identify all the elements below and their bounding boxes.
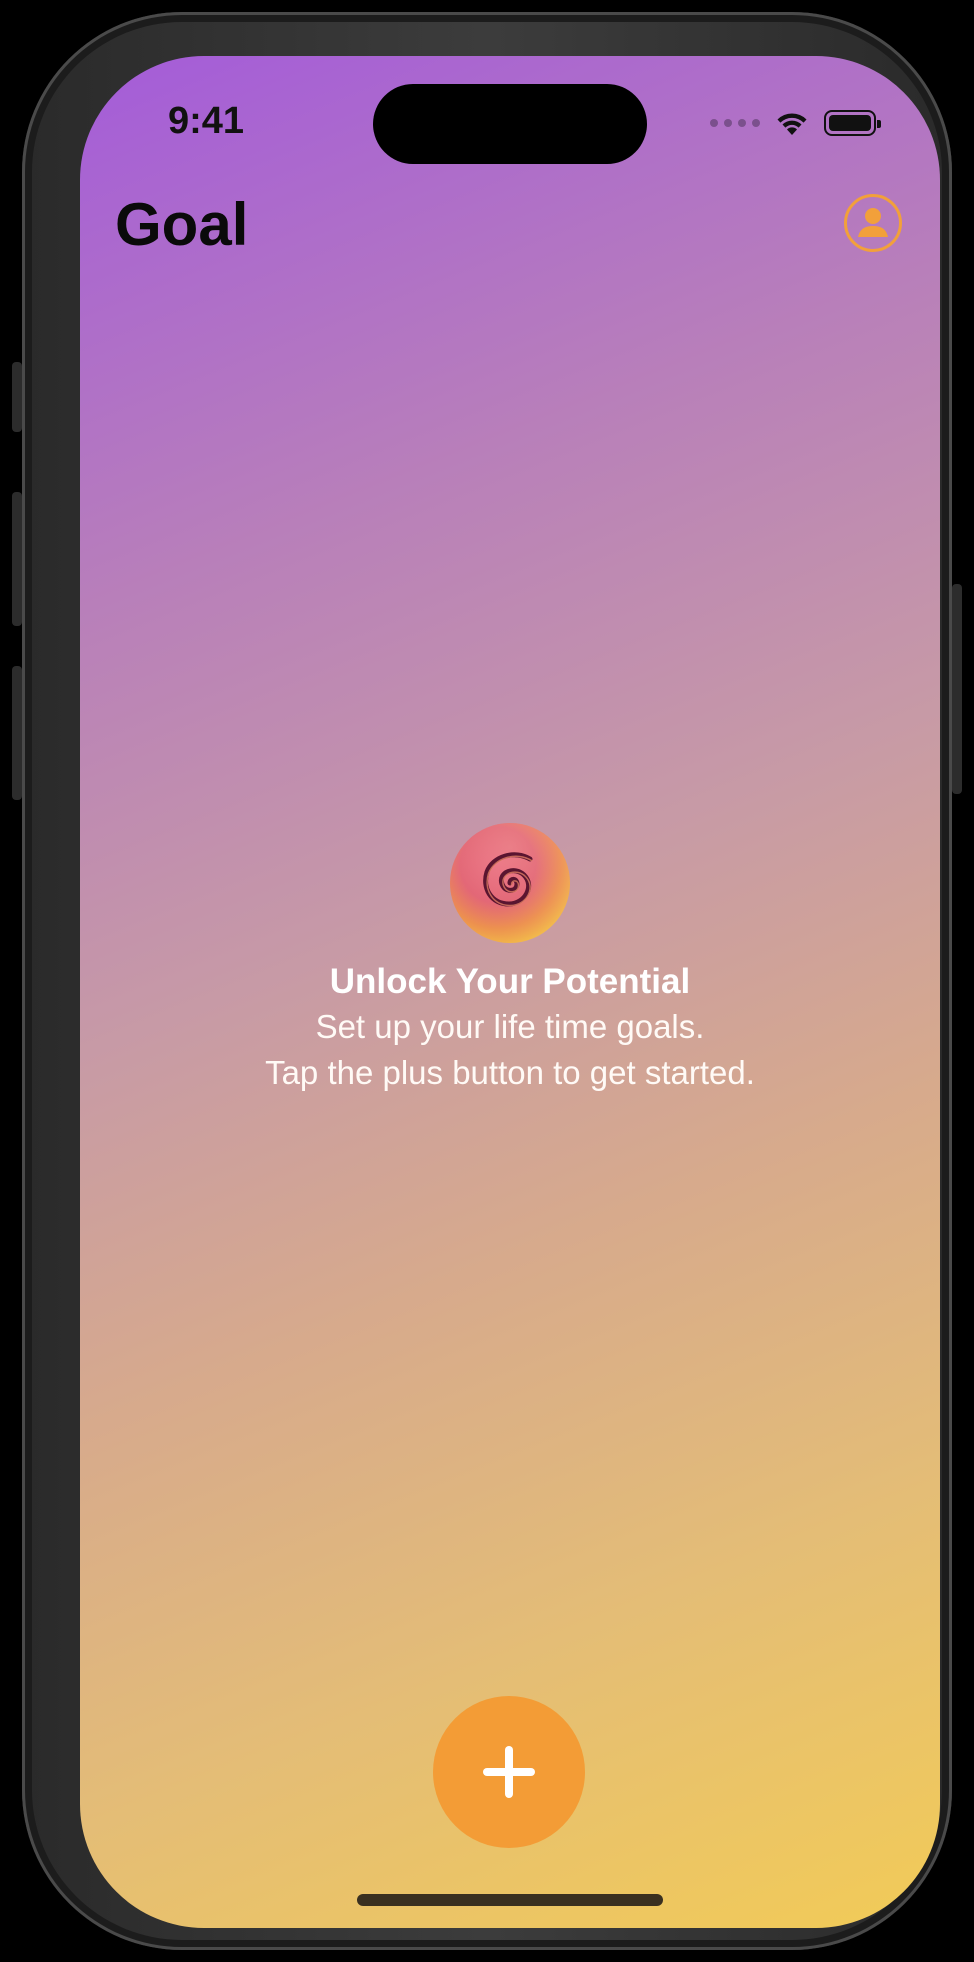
power-button	[952, 584, 962, 794]
profile-button[interactable]	[844, 194, 902, 252]
plus-icon	[483, 1746, 535, 1798]
status-time: 9:41	[168, 100, 245, 142]
phone-frame: 9:41 Goal Unlock Your Potential Set up y…	[12, 12, 962, 1950]
action-button	[12, 362, 22, 432]
person-circle-icon	[858, 208, 888, 237]
empty-state-headline: Unlock Your Potential	[329, 962, 691, 1001]
empty-state: Unlock Your Potential Set up your life t…	[80, 822, 940, 1094]
add-goal-button[interactable]	[433, 1696, 585, 1848]
empty-state-line-1: Set up your life time goals.	[315, 1008, 705, 1045]
volume-down-button	[12, 666, 22, 800]
home-indicator[interactable]	[357, 1894, 663, 1906]
volume-up-button	[12, 492, 22, 626]
spiral-icon	[450, 823, 570, 943]
battery-icon	[824, 110, 881, 136]
app-screen: 9:41 Goal Unlock Your Potential Set up y…	[80, 56, 940, 1928]
empty-state-line-2: Tap the plus button to get started.	[265, 1054, 755, 1091]
wifi-icon	[777, 113, 807, 135]
cellular-signal-icon	[710, 119, 760, 127]
dynamic-island	[373, 84, 647, 164]
status-icons	[710, 106, 881, 140]
page-title: Goal	[115, 191, 249, 258]
